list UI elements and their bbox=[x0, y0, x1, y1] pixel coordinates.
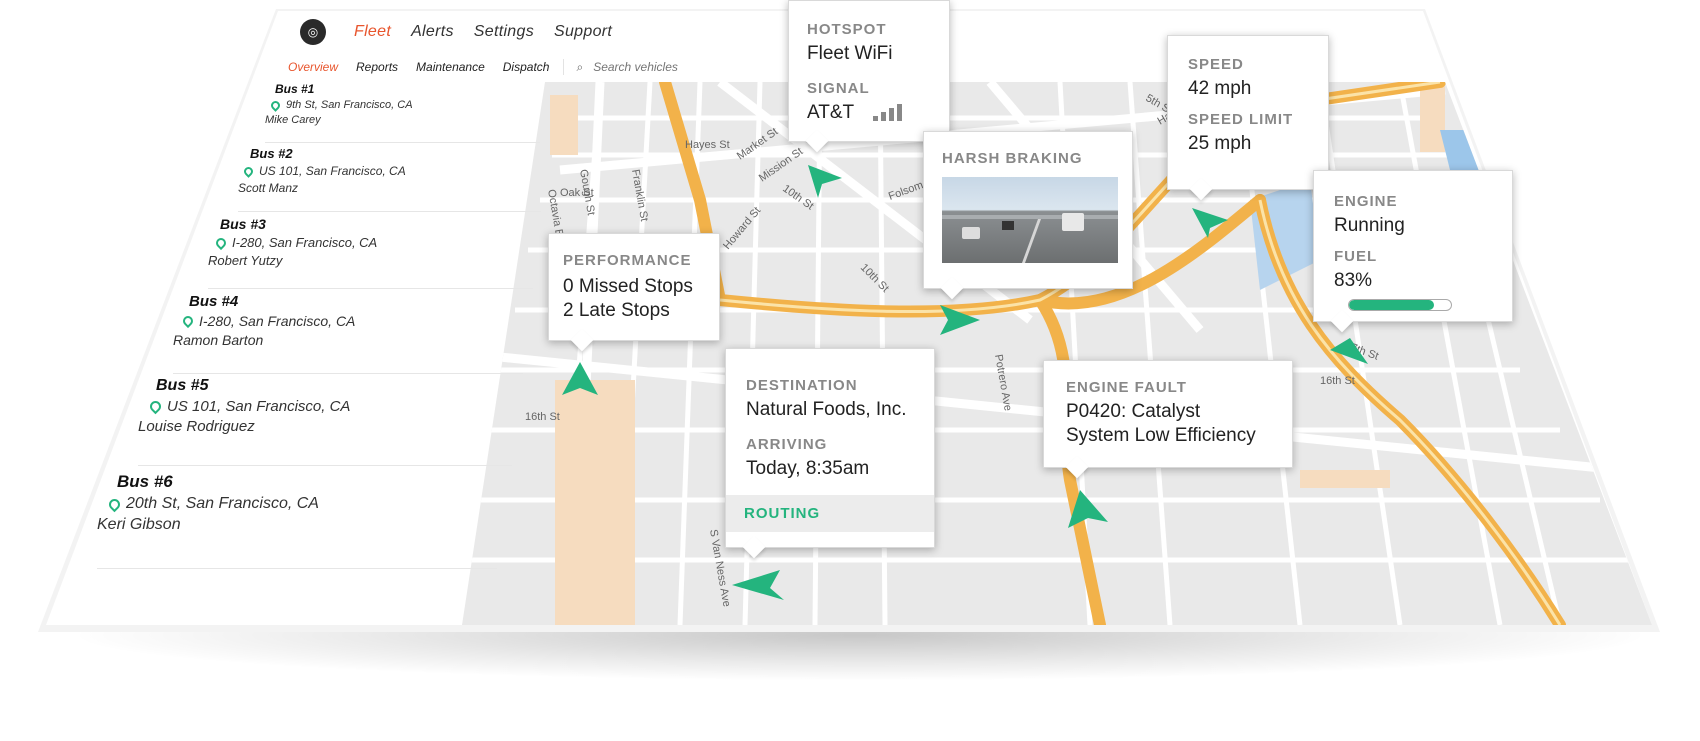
engine-label: ENGINE bbox=[1334, 193, 1398, 210]
destination-card[interactable]: DESTINATION Natural Foods, Inc. ARRIVING… bbox=[725, 348, 935, 548]
bus-name: Bus #6 bbox=[117, 472, 173, 491]
park-area bbox=[1420, 82, 1445, 152]
tablet-device: Hayes St Oak St Gough St Franklin St Oct… bbox=[0, 0, 1700, 741]
list-item[interactable]: Bus #5 US 101, San Francisco, CA Louise … bbox=[138, 377, 512, 466]
search-input[interactable] bbox=[591, 59, 746, 75]
speed-value: 42 mph bbox=[1188, 78, 1252, 99]
carrier-name: AT&T bbox=[807, 102, 854, 123]
list-item[interactable]: Bus #2 US 101, San Francisco, CA Scott M… bbox=[238, 146, 541, 212]
hotspot-label: HOTSPOT bbox=[807, 21, 887, 38]
location-pin-icon bbox=[147, 398, 164, 415]
map-label: Hayes St bbox=[685, 139, 730, 151]
bus-location: I-280, San Francisco, CA bbox=[213, 235, 533, 250]
fuel-gauge bbox=[1348, 298, 1452, 311]
tab-dispatch[interactable]: Dispatch bbox=[503, 60, 550, 74]
top-navigation: ◎ Fleet Alerts Settings Support bbox=[300, 12, 612, 52]
list-item[interactable]: Bus #4 I-280, San Francisco, CA Ramon Ba… bbox=[173, 293, 523, 374]
bus-location: US 101, San Francisco, CA bbox=[147, 398, 512, 415]
bus-location: I-280, San Francisco, CA bbox=[180, 313, 523, 329]
fault-description: System Low Efficiency bbox=[1066, 425, 1256, 446]
nav-settings[interactable]: Settings bbox=[474, 23, 534, 41]
signal-row: AT&T bbox=[807, 101, 931, 125]
harsh-braking-label: HARSH BRAKING bbox=[942, 150, 1083, 167]
bus-driver: Keri Gibson bbox=[97, 516, 181, 533]
bus-driver: Scott Manz bbox=[238, 181, 299, 195]
speed-limit-value: 25 mph bbox=[1188, 133, 1252, 154]
nav-fleet[interactable]: Fleet bbox=[354, 23, 391, 41]
list-item[interactable]: Bus #1 9th St, San Francisco, CA Mike Ca… bbox=[265, 82, 540, 143]
bus-location: 20th St, San Francisco, CA bbox=[106, 495, 497, 513]
bus-location: 9th St, San Francisco, CA bbox=[269, 98, 540, 112]
location-pin-icon bbox=[213, 235, 229, 250]
speed-label: SPEED bbox=[1188, 56, 1244, 73]
nav-support[interactable]: Support bbox=[554, 23, 612, 41]
bus-name: Bus #5 bbox=[156, 377, 209, 394]
location-pin-icon bbox=[106, 496, 123, 512]
signal-label: SIGNAL bbox=[807, 80, 870, 97]
bus-name: Bus #2 bbox=[250, 146, 293, 161]
list-item[interactable]: Bus #3 I-280, San Francisco, CA Robert Y… bbox=[208, 216, 533, 289]
fuel-value: 83% bbox=[1334, 270, 1373, 291]
list-item[interactable]: Bus #6 20th St, San Francisco, CA Keri G… bbox=[97, 472, 497, 569]
park-area bbox=[1300, 470, 1390, 488]
destination-label: DESTINATION bbox=[746, 377, 858, 394]
map-label: 16th St bbox=[525, 411, 560, 423]
arriving-label: ARRIVING bbox=[746, 436, 828, 453]
bus-name: Bus #3 bbox=[220, 216, 266, 232]
arriving-value: Today, 8:35am bbox=[746, 458, 870, 479]
speed-limit-label: SPEED LIMIT bbox=[1188, 111, 1294, 128]
nav-alerts[interactable]: Alerts bbox=[411, 23, 454, 41]
bus-name: Bus #4 bbox=[189, 293, 239, 310]
engine-fault-card[interactable]: ENGINE FAULT P0420: Catalyst System Low … bbox=[1043, 360, 1293, 468]
tab-maintenance[interactable]: Maintenance bbox=[416, 60, 485, 74]
park-area bbox=[555, 380, 635, 625]
sub-navigation: Overview Reports Maintenance Dispatch ⌕ bbox=[288, 55, 746, 79]
location-pin-icon bbox=[269, 98, 282, 112]
routing-status[interactable]: ROUTING bbox=[726, 495, 934, 532]
engine-card[interactable]: ENGINE Running FUEL 83% bbox=[1313, 170, 1513, 322]
bus-driver: Louise Rodriguez bbox=[138, 418, 255, 435]
vehicle-search: ⌕ bbox=[563, 59, 746, 75]
late-stops: 2 Late Stops bbox=[563, 300, 670, 321]
bus-name: Bus #1 bbox=[275, 82, 315, 96]
search-icon: ⌕ bbox=[576, 59, 584, 74]
location-pin-icon bbox=[180, 313, 196, 329]
dashcam-thumbnail[interactable] bbox=[942, 177, 1118, 263]
performance-label: PERFORMANCE bbox=[563, 252, 692, 269]
bus-driver: Mike Carey bbox=[265, 114, 321, 126]
harsh-braking-card[interactable]: HARSH BRAKING bbox=[923, 131, 1133, 289]
tab-reports[interactable]: Reports bbox=[356, 60, 398, 74]
tab-overview[interactable]: Overview bbox=[288, 60, 338, 74]
engine-fault-label: ENGINE FAULT bbox=[1066, 379, 1187, 396]
missed-stops: 0 Missed Stops bbox=[563, 276, 693, 297]
engine-value: Running bbox=[1334, 215, 1405, 236]
bus-location: US 101, San Francisco, CA bbox=[242, 164, 541, 178]
map-label: 3rd St bbox=[1577, 370, 1594, 401]
map-label: 16th St bbox=[1320, 375, 1355, 387]
destination-value: Natural Foods, Inc. bbox=[746, 399, 907, 420]
fuel-label: FUEL bbox=[1334, 248, 1378, 265]
performance-card[interactable]: PERFORMANCE 0 Missed Stops 2 Late Stops bbox=[548, 233, 720, 341]
signal-strength-icon bbox=[873, 104, 903, 122]
park-area bbox=[550, 95, 578, 155]
fuel-gauge-fill bbox=[1349, 299, 1434, 310]
location-pin-icon bbox=[242, 164, 255, 178]
speed-card[interactable]: SPEED 42 mph SPEED LIMIT 25 mph bbox=[1167, 35, 1329, 190]
bus-driver: Robert Yutzy bbox=[208, 253, 283, 268]
fuel-row: 83% bbox=[1334, 269, 1492, 317]
bus-driver: Ramon Barton bbox=[173, 332, 264, 348]
hotspot-value: Fleet WiFi bbox=[807, 43, 893, 64]
hotspot-card[interactable]: HOTSPOT Fleet WiFi SIGNAL AT&T bbox=[788, 0, 950, 142]
steering-wheel-logo-icon[interactable]: ◎ bbox=[300, 19, 326, 45]
fault-code: P0420: Catalyst bbox=[1066, 401, 1201, 422]
